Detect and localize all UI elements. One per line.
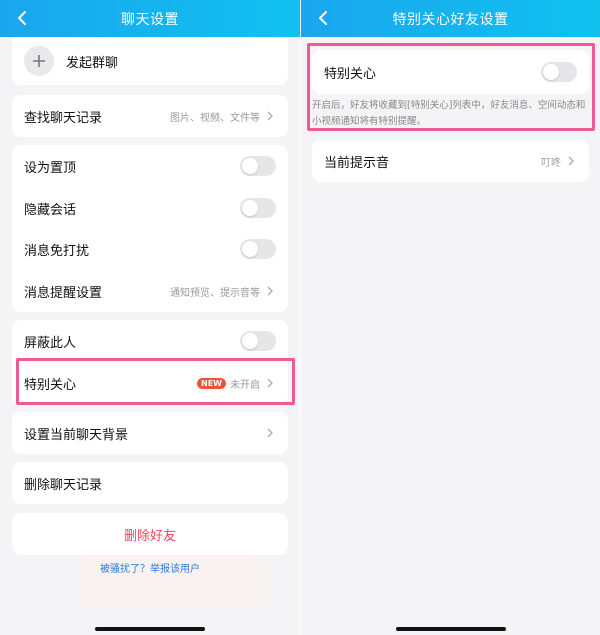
special-care-row[interactable]: 特别关心 NEW 未开启: [12, 362, 288, 404]
block-toggle[interactable]: [240, 331, 276, 351]
page-title: 聊天设置: [121, 11, 179, 28]
chevron-right-icon: [267, 378, 273, 388]
special-care-status: 未开启: [230, 379, 260, 391]
report-user-link[interactable]: 被骚扰了？举报该用户: [0, 560, 300, 575]
ringtone-value: 叮咚: [541, 157, 561, 169]
chat-settings-header: 聊天设置: [0, 0, 300, 37]
search-history-label: 查找聊天记录: [24, 110, 103, 126]
notify-settings-row[interactable]: 消息提醒设置 通知预览、提示音等: [12, 270, 288, 312]
special-care-header: 特别关心好友设置: [301, 0, 600, 37]
pin-toggle[interactable]: [240, 156, 276, 176]
background-tint: [80, 548, 270, 608]
delete-friend-label: 删除好友: [123, 528, 176, 544]
chevron-right-icon: [568, 156, 574, 166]
back-arrow-icon[interactable]: [315, 9, 333, 27]
chat-settings-panel: 聊天设置 发起群聊 查找聊天记录 图片、视频、文件等 设为置顶 隐藏会话 消息免…: [0, 0, 300, 635]
start-group-chat-row[interactable]: 发起群聊: [12, 40, 288, 82]
chat-background-card: 设置当前聊天背景: [12, 412, 288, 454]
hide-row: 隐藏会话: [12, 187, 288, 229]
pin-label: 设为置顶: [24, 160, 77, 176]
chevron-right-icon: [267, 286, 273, 296]
block-label: 屏蔽此人: [24, 335, 77, 351]
special-care-label: 特别关心: [324, 66, 377, 82]
search-history-row[interactable]: 查找聊天记录 图片、视频、文件等: [12, 95, 288, 137]
ringtone-card: 当前提示音 叮咚: [312, 140, 589, 182]
search-history-hint: 图片、视频、文件等: [170, 112, 260, 124]
special-care-toggle-card: 特别关心: [312, 50, 589, 94]
search-history-card: 查找聊天记录 图片、视频、文件等: [12, 95, 288, 137]
pin-row: 设为置顶: [12, 145, 288, 187]
chevron-right-icon: [267, 111, 273, 121]
delete-history-card: 删除聊天记录: [12, 462, 288, 504]
chevron-right-icon: [267, 428, 273, 438]
special-care-label: 特别关心: [24, 377, 77, 393]
notify-settings-label: 消息提醒设置: [24, 285, 103, 301]
special-care-toggle-row: 特别关心: [312, 51, 589, 93]
special-care-toggle[interactable]: [541, 62, 577, 82]
new-badge: NEW: [197, 377, 226, 389]
chat-options-card: 设为置顶 隐藏会话 消息免打扰 消息提醒设置 通知预览、提示音等: [12, 145, 288, 312]
start-group-chat-label: 发起群聊: [66, 55, 119, 71]
page-title: 特别关心好友设置: [392, 11, 509, 28]
hide-label: 隐藏会话: [24, 202, 77, 218]
mute-label: 消息免打扰: [24, 243, 90, 259]
special-care-settings-panel: 特别关心好友设置 特别关心 开启后，好友将收藏到[特别关心]列表中，好友消息、空…: [301, 0, 600, 635]
hide-toggle[interactable]: [240, 198, 276, 218]
delete-history-label: 删除聊天记录: [24, 477, 103, 493]
home-indicator: [95, 627, 205, 631]
delete-friend-button[interactable]: 删除好友: [12, 513, 288, 555]
delete-history-row[interactable]: 删除聊天记录: [12, 462, 288, 504]
mute-row: 消息免打扰: [12, 228, 288, 270]
chat-background-row[interactable]: 设置当前聊天背景: [12, 412, 288, 454]
home-indicator: [395, 627, 506, 631]
special-care-description: 开启后，好友将收藏到[特别关心]列表中，好友消息、空间动态和小视频通知将有特别提…: [312, 100, 586, 127]
ringtone-row[interactable]: 当前提示音 叮咚: [312, 140, 589, 182]
back-arrow-icon[interactable]: [14, 9, 32, 27]
mute-toggle[interactable]: [240, 239, 276, 259]
start-group-chat-card: 发起群聊: [12, 37, 288, 85]
chat-background-label: 设置当前聊天背景: [24, 427, 129, 443]
plus-icon[interactable]: [24, 46, 54, 76]
block-row: 屏蔽此人: [12, 320, 288, 362]
privacy-card: 屏蔽此人 特别关心 NEW 未开启: [12, 320, 288, 404]
ringtone-label: 当前提示音: [324, 155, 390, 171]
notify-settings-hint: 通知预览、提示音等: [170, 287, 260, 299]
